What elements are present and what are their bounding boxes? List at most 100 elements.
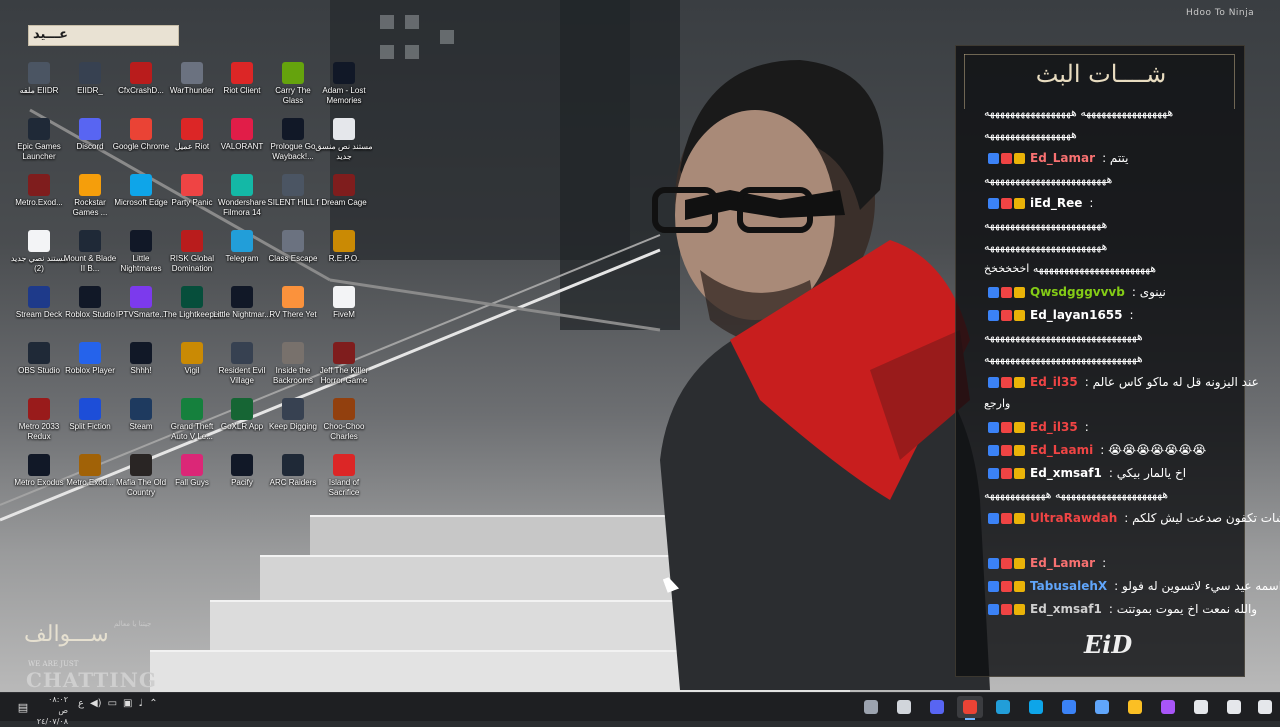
chat-username[interactable]: Ed_layan1655 [1030,308,1123,322]
desktop-icon-label: FiveM [333,310,355,319]
desktop-icon[interactable]: Choo-Choo Charles [315,398,373,452]
obs-icon[interactable] [891,696,917,718]
network-icon[interactable]: ▭ [108,698,117,709]
chat-username[interactable]: Ed_Lamar [1030,151,1095,165]
desktop-icon[interactable]: Roblox Studio [61,286,119,340]
desktop-icon[interactable]: Resident Evil Village [213,342,271,396]
desktop-icon[interactable]: Shhh! [112,342,170,396]
desktop-icon[interactable]: Epic Games Launcher [10,118,68,172]
desktop-icon[interactable]: Google Chrome [112,118,170,172]
desktop-icon[interactable]: OBS Studio [10,342,68,396]
app-icon [130,454,152,476]
volume-icon[interactable]: ◀) [90,698,102,709]
desktop-icon[interactable]: ملفه EIIDR [10,62,68,116]
chat-badge-icon [986,151,1025,165]
chat-username[interactable]: TabusalehX [1030,579,1107,593]
start-icon[interactable] [1252,696,1278,718]
desktop-icon[interactable]: Metro.Exod... [61,454,119,508]
desktop-icon[interactable]: Keep Digging [264,398,322,452]
desktop-icon[interactable]: ARC Raiders [264,454,322,508]
desktop-icon[interactable]: Mafia The Old Country [112,454,170,508]
desktop-icon[interactable]: Carry The Glass [264,62,322,116]
chat-username[interactable]: Ed_Laami [1030,443,1093,457]
app-icon [231,342,253,364]
microphone-icon[interactable]: ♩ [138,698,143,709]
app-icon [333,62,355,84]
system-clock[interactable]: ٠٨:٠٢ ص ٢٤/٠٧/٠٨ [36,694,68,727]
tray-overflow-icon[interactable]: ⌃ [149,698,157,709]
chat-message: iEd_Ree: [984,195,1234,211]
chat-username[interactable]: Ed_il35 [1030,375,1078,389]
desktop-icon-label: Keep Digging [268,422,318,431]
chat-username[interactable]: iEd_Ree [1030,196,1082,210]
edge-icon[interactable] [1023,696,1049,718]
chat-username[interactable]: Qwsdgggvvvb [1030,285,1125,299]
desktop-icon[interactable]: Microsoft Edge [112,174,170,228]
desktop-icon[interactable]: Steam [112,398,170,452]
chat-badge-icon [986,308,1025,322]
display-icon[interactable]: ▣ [123,698,132,709]
chrome-icon[interactable] [957,696,983,720]
desktop-icon[interactable]: Discord [61,118,119,172]
desktop-icon[interactable]: GoXLR App [213,398,271,452]
copilot-icon[interactable] [1155,696,1181,718]
desktop-icon[interactable]: Metro.Exod... [10,174,68,228]
chat-username[interactable]: Ed_xmsaf1 [1030,602,1102,616]
desktop-icon[interactable]: Jeff The Killer Horror Game [315,342,373,396]
language-indicator[interactable]: ع [78,698,84,709]
desktop-icon[interactable]: FiveM [315,286,373,340]
chat-badge-icon [986,511,1025,525]
notifications-icon[interactable]: ▤ [10,696,36,718]
desktop-icon[interactable]: CfxCrashD... [112,62,170,116]
desktop-icon[interactable]: Stream Deck [10,286,68,340]
widgets-icon[interactable] [1188,696,1214,718]
chat-message-text: هههههههههههههههههههههههه [984,240,1108,253]
desktop-icon[interactable]: Roblox Player [61,342,119,396]
app-icon [28,342,50,364]
telegram-icon[interactable] [990,696,1016,718]
chat-message-text: ههههههههههههههههههههههههههههههه [984,330,1143,343]
desktop-icon[interactable]: Mount & Blade II B... [61,230,119,284]
chat-username[interactable]: Ed_Lamar [1030,556,1095,570]
desktop-icon[interactable]: Wondershare Filmora 14 [213,174,271,228]
desktop-icon[interactable]: Prologue Go Wayback!... [264,118,322,172]
task-view-icon[interactable] [858,696,884,718]
chat-message: UltraRawdah: شات تكفون صدعت ليش كلكم Ed؟ [984,510,1280,526]
discord-icon[interactable] [924,696,950,718]
desktop-icon[interactable]: Little Nightmar... [213,286,271,340]
chat-message-text: وارجع [984,397,1011,410]
desktop-icon[interactable]: Pacify [213,454,271,508]
file-explorer-icon[interactable] [1122,696,1148,718]
desktop-icon[interactable]: Adam - Lost Memories [315,62,373,116]
desktop-icon[interactable]: مستند نصي جديد (2) [10,230,68,284]
desktop-icon[interactable]: EIIDR_ [61,62,119,116]
mail-icon[interactable] [1056,696,1082,718]
chat-username[interactable]: Ed_xmsaf1 [1030,466,1102,480]
desktop-icon[interactable]: Island of Sacrifice [315,454,373,508]
app-icon [282,342,304,364]
desktop-icon[interactable]: RV There Yet [264,286,322,340]
desktop-icon[interactable]: Split Fiction [61,398,119,452]
desktop-icon[interactable]: Inside the Backrooms [264,342,322,396]
app-icon [79,286,101,308]
app-icon [130,230,152,252]
chat-username[interactable]: UltraRawdah [1030,511,1117,525]
desktop-icon[interactable]: Rockstar Games ... [61,174,119,228]
desktop-icon[interactable]: Metro Exodus [10,454,68,508]
search-icon[interactable] [1221,696,1247,718]
desktop-icon[interactable]: VALORANT [213,118,271,172]
desktop-icon[interactable]: مستند نص منسق جديد [315,118,373,172]
desktop-icon[interactable]: Metro 2033 Redux [10,398,68,452]
desktop-icon[interactable]: Telegram [213,230,271,284]
desktop-icon[interactable]: Little Nightmares [112,230,170,284]
desktop-icon[interactable]: SILENT HILL f [264,174,322,228]
app-icon [231,62,253,84]
chat-username[interactable]: Ed_il35 [1030,420,1078,434]
taskbar-glyph [1258,700,1272,714]
desktop-icon[interactable]: Dream Cage [315,174,373,228]
store-icon[interactable] [1089,696,1115,718]
desktop-icon[interactable]: IPTVSmarte... [112,286,170,340]
desktop-icon[interactable]: Riot Client [213,62,271,116]
desktop-icon[interactable]: Class Escape [264,230,322,284]
desktop-icon[interactable]: R.E.P.O. [315,230,373,284]
